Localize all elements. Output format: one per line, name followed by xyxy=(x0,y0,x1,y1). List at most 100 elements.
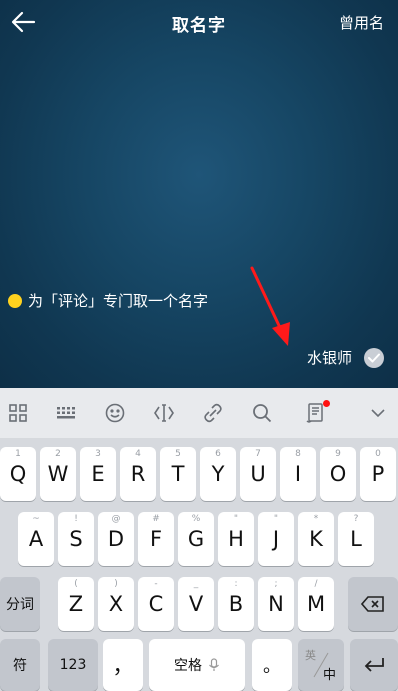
key-label: H xyxy=(228,527,244,551)
space-label: 空格 xyxy=(174,658,202,674)
enter-icon xyxy=(364,658,384,672)
key-b[interactable]: :B xyxy=(218,577,254,631)
slash-divider xyxy=(313,652,329,678)
grid-icon[interactable] xyxy=(0,388,36,438)
emoji-icon[interactable] xyxy=(97,388,133,438)
key-label: P xyxy=(371,462,385,486)
number-key[interactable]: 123 xyxy=(48,639,98,691)
key-secondary-char: 5 xyxy=(175,449,181,459)
name-editor-area: 取名字 曾用名 为「评论」专门取一个名字 水银师 xyxy=(0,0,398,388)
key-label: A xyxy=(28,527,44,551)
key-label: F xyxy=(149,527,163,551)
key-secondary-char: ? xyxy=(353,514,359,524)
key-d[interactable]: @ D xyxy=(98,512,134,566)
key-label: Y xyxy=(211,462,225,486)
key-secondary-char: 9 xyxy=(335,449,341,459)
hint-line: 为「评论」专门取一个名字 xyxy=(8,290,208,311)
key-secondary-char: ( xyxy=(74,579,78,589)
key-label: O xyxy=(329,462,347,486)
key-label: S xyxy=(69,527,83,551)
check-icon[interactable] xyxy=(364,347,384,368)
key-secondary-char: 4 xyxy=(135,449,141,459)
microphone-icon xyxy=(209,658,219,671)
key-v[interactable]: _ V xyxy=(178,577,214,631)
hint-text: 为「评论」专门取一个名字 xyxy=(28,292,209,310)
space-key[interactable]: 空格 xyxy=(149,639,245,691)
key-g[interactable]: % G xyxy=(178,512,214,566)
key-h[interactable]: " H xyxy=(218,512,254,566)
key-label: ， xyxy=(112,654,134,678)
key-label: B xyxy=(228,592,244,616)
enter-key[interactable] xyxy=(350,639,398,691)
key-q[interactable]: 1Q xyxy=(0,447,36,501)
key-label: D xyxy=(107,527,125,551)
key-label: K xyxy=(309,527,323,551)
key-label: E xyxy=(91,462,105,486)
key-label: X xyxy=(108,592,124,616)
key-y[interactable]: 6Y xyxy=(200,447,236,501)
key-label: L xyxy=(350,527,362,551)
key-e[interactable]: 3E xyxy=(80,447,116,501)
notification-dot xyxy=(323,400,330,407)
key-a[interactable]: ~ A xyxy=(18,512,54,566)
key-label: W xyxy=(47,462,69,486)
key-s[interactable]: ! S xyxy=(58,512,94,566)
key-secondary-char: # xyxy=(152,514,160,524)
key-w[interactable]: 2W xyxy=(40,447,76,501)
key-secondary-char: 8 xyxy=(295,449,301,459)
key-z[interactable]: (Z xyxy=(58,577,94,631)
key-secondary-char: : xyxy=(234,579,238,589)
key-k[interactable]: * K xyxy=(298,512,334,566)
name-suggestion[interactable]: 水银师 xyxy=(307,347,384,368)
link-icon[interactable] xyxy=(195,388,231,438)
key-c[interactable]: -C xyxy=(138,577,174,631)
key-j[interactable]: " J xyxy=(258,512,294,566)
key-label: N xyxy=(268,592,284,616)
key-secondary-char: * xyxy=(313,514,319,524)
key-secondary-char: 3 xyxy=(95,449,101,459)
key-f[interactable]: # F xyxy=(138,512,174,566)
key-o[interactable]: 9O xyxy=(320,447,356,501)
key-label: V xyxy=(188,592,204,616)
key-label: I xyxy=(294,462,302,486)
search-icon[interactable] xyxy=(244,388,280,438)
key-label: U xyxy=(250,462,266,486)
period-key[interactable]: 。 xyxy=(252,639,292,691)
key-l[interactable]: ? L xyxy=(338,512,374,566)
key-t[interactable]: 5T xyxy=(160,447,196,501)
keyboard-icon[interactable] xyxy=(48,388,84,438)
key-r[interactable]: 4R xyxy=(120,447,156,501)
key-label: M xyxy=(306,592,326,616)
hint-dot-icon xyxy=(8,293,22,308)
backspace-key[interactable] xyxy=(348,577,398,631)
segment-key[interactable]: 分词 xyxy=(0,577,40,631)
key-secondary-char: " xyxy=(233,514,239,524)
language-switch-key[interactable]: 英 中 xyxy=(298,639,344,691)
cursor-icon[interactable] xyxy=(146,388,182,438)
keyboard-toolbar xyxy=(0,388,398,439)
symbol-key[interactable]: 符 xyxy=(0,639,40,691)
key-secondary-char: ~ xyxy=(32,514,40,524)
backspace-icon xyxy=(361,596,384,612)
key-secondary-char: 7 xyxy=(255,449,261,459)
key-i[interactable]: 8I xyxy=(280,447,316,501)
key-secondary-char: 2 xyxy=(55,449,61,459)
key-secondary-char: " xyxy=(273,514,279,524)
chevron-down-icon[interactable] xyxy=(360,388,396,438)
scroll-icon[interactable] xyxy=(298,388,334,438)
annotation-arrow xyxy=(250,266,290,346)
key-secondary-char: ; xyxy=(274,579,278,589)
key-m[interactable]: / M xyxy=(298,577,334,631)
comma-key[interactable]: ， xyxy=(103,639,143,691)
key-label: J xyxy=(272,527,280,551)
former-names-link[interactable]: 曾用名 xyxy=(339,12,384,33)
key-secondary-char: @ xyxy=(111,514,121,524)
key-label: R xyxy=(130,462,146,486)
key-label: 123 xyxy=(59,657,87,673)
key-n[interactable]: ; N xyxy=(258,577,294,631)
key-x[interactable]: ) X xyxy=(98,577,134,631)
key-p[interactable]: 0P xyxy=(360,447,396,501)
keyboard: 1Q 2W 3E 4R 5T 6Y 7U 8I 9O 0P ~ A ! S @ D #… xyxy=(0,439,398,691)
key-u[interactable]: 7U xyxy=(240,447,276,501)
key-secondary-char: / xyxy=(314,579,318,589)
